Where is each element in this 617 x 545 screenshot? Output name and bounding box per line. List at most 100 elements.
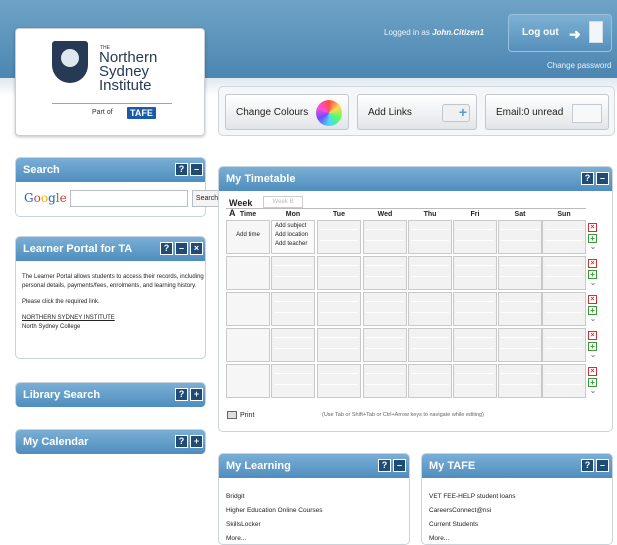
timetable-cell[interactable] — [317, 364, 361, 398]
minimize-icon[interactable]: – — [393, 459, 406, 472]
timetable-cell[interactable] — [542, 364, 586, 398]
timetable-cell[interactable] — [317, 292, 361, 326]
help-icon[interactable]: ? — [378, 459, 391, 472]
timetable-cell[interactable] — [498, 364, 542, 398]
list-item[interactable]: More... — [226, 532, 322, 545]
email-button[interactable]: Email:0 unread — [485, 94, 609, 130]
timetable-cell[interactable] — [271, 328, 315, 362]
timetable-cell[interactable] — [453, 256, 497, 290]
delete-row-icon[interactable]: × — [588, 223, 597, 232]
time-cell[interactable]: Add time — [226, 220, 270, 254]
chevron-down-icon[interactable]: ⌄ — [588, 279, 598, 287]
minimize-icon[interactable]: – — [596, 459, 609, 472]
learner-portal-header: Learner Portal for TA ? – × — [16, 237, 205, 261]
panel-title: My Timetable — [226, 173, 296, 185]
timetable-cell[interactable] — [408, 364, 452, 398]
timetable-cell[interactable] — [542, 220, 586, 254]
print-button[interactable]: Print — [227, 411, 254, 419]
timetable-cell[interactable] — [453, 364, 497, 398]
add-teacher-field[interactable]: Add teacher — [275, 240, 311, 249]
chevron-down-icon[interactable]: ⌄ — [588, 387, 598, 395]
list-item[interactable]: SkillsLocker — [226, 518, 322, 532]
timetable-cell[interactable] — [453, 328, 497, 362]
timetable-cell[interactable] — [498, 292, 542, 326]
timetable-cell[interactable] — [542, 292, 586, 326]
add-links-label: Add Links — [368, 107, 412, 118]
delete-row-icon[interactable]: × — [588, 367, 597, 376]
help-icon[interactable]: ? — [581, 459, 594, 472]
timetable-cell[interactable] — [408, 328, 452, 362]
delete-row-icon[interactable]: × — [588, 295, 597, 304]
minimize-icon[interactable]: – — [596, 172, 609, 185]
search-input[interactable] — [70, 190, 188, 207]
help-icon[interactable]: ? — [175, 435, 188, 448]
timetable-cell[interactable] — [498, 256, 542, 290]
timetable-cell[interactable] — [408, 292, 452, 326]
timetable-cell[interactable] — [542, 256, 586, 290]
door-icon — [589, 21, 603, 43]
time-column-header: Time — [239, 211, 257, 218]
time-cell[interactable] — [226, 292, 270, 326]
change-password-link[interactable]: Change password — [547, 61, 611, 70]
list-item[interactable]: More... — [429, 532, 515, 545]
help-icon[interactable]: ? — [160, 242, 173, 255]
timetable-cell[interactable] — [271, 256, 315, 290]
timetable-cell[interactable] — [363, 220, 407, 254]
nsi-link[interactable]: NORTHERN SYDNEY INSTITUTE — [22, 314, 207, 323]
help-icon[interactable]: ? — [175, 388, 188, 401]
chevron-down-icon[interactable]: ⌄ — [588, 243, 598, 251]
timetable-cell[interactable] — [453, 220, 497, 254]
tab-week-b[interactable]: Week B — [263, 196, 303, 208]
minimize-icon[interactable]: – — [190, 163, 203, 176]
time-cell[interactable] — [226, 364, 270, 398]
change-colours-button[interactable]: Change Colours — [225, 94, 349, 130]
timetable-cell[interactable] — [271, 364, 315, 398]
add-subject-field[interactable]: Add subject — [275, 222, 311, 231]
timetable-cell[interactable] — [408, 256, 452, 290]
close-icon[interactable]: × — [190, 242, 203, 255]
delete-row-icon[interactable]: × — [588, 259, 597, 268]
help-icon[interactable]: ? — [581, 172, 594, 185]
institute-logo[interactable]: THE Northern Sydney Institute Part of TA… — [15, 28, 205, 136]
delete-row-icon[interactable]: × — [588, 331, 597, 340]
my-learning-list: Bridgit Higher Education Online Courses … — [226, 490, 322, 545]
time-cell[interactable] — [226, 256, 270, 290]
list-item[interactable]: CareersConnect@nsi — [429, 504, 515, 518]
expand-icon[interactable]: + — [190, 435, 203, 448]
add-location-field[interactable]: Add location — [275, 231, 311, 240]
add-time-label[interactable]: Add time — [227, 232, 269, 238]
timetable-cell[interactable] — [498, 328, 542, 362]
panel-controls: ? – — [173, 163, 203, 176]
timetable-cell[interactable] — [363, 364, 407, 398]
help-icon[interactable]: ? — [175, 163, 188, 176]
portal-instruction: Please click the required link. — [22, 299, 100, 305]
list-item[interactable]: Current Students — [429, 518, 515, 532]
timetable-cell[interactable] — [317, 328, 361, 362]
timetable-cell[interactable] — [363, 292, 407, 326]
minimize-icon[interactable]: – — [175, 242, 188, 255]
list-item[interactable]: Higher Education Online Courses — [226, 504, 322, 518]
timetable-cell[interactable] — [453, 292, 497, 326]
add-links-button[interactable]: Add Links — [357, 94, 477, 130]
day-column-header: Wed — [377, 211, 393, 218]
timetable-cell[interactable] — [408, 220, 452, 254]
quick-toolbar: Change Colours Add Links Email:0 unread — [218, 86, 615, 136]
list-item[interactable]: VET FEE-HELP student loans — [429, 490, 515, 504]
timetable-cell[interactable] — [363, 256, 407, 290]
list-item[interactable]: Bridgit — [226, 490, 322, 504]
timetable-cell[interactable] — [542, 328, 586, 362]
timetable-cell[interactable] — [498, 220, 542, 254]
timetable-cell[interactable]: Add subject Add location Add teacher — [271, 220, 315, 254]
timetable-cell[interactable] — [271, 292, 315, 326]
timetable-cell[interactable] — [317, 220, 361, 254]
chevron-down-icon[interactable]: ⌄ — [588, 315, 598, 323]
time-cell[interactable] — [226, 328, 270, 362]
timetable-cell[interactable] — [317, 256, 361, 290]
expand-icon[interactable]: + — [190, 388, 203, 401]
learner-portal-panel: Learner Portal for TA ? – × The Learner Po… — [15, 236, 206, 359]
my-learning-panel: My Learning ? – Bridgit Higher Education … — [218, 453, 410, 545]
chevron-down-icon[interactable]: ⌄ — [588, 351, 598, 359]
north-sydney-college-link[interactable]: North Sydney College — [22, 323, 207, 332]
logout-button[interactable]: Log out ➜ — [508, 14, 612, 52]
timetable-cell[interactable] — [363, 328, 407, 362]
